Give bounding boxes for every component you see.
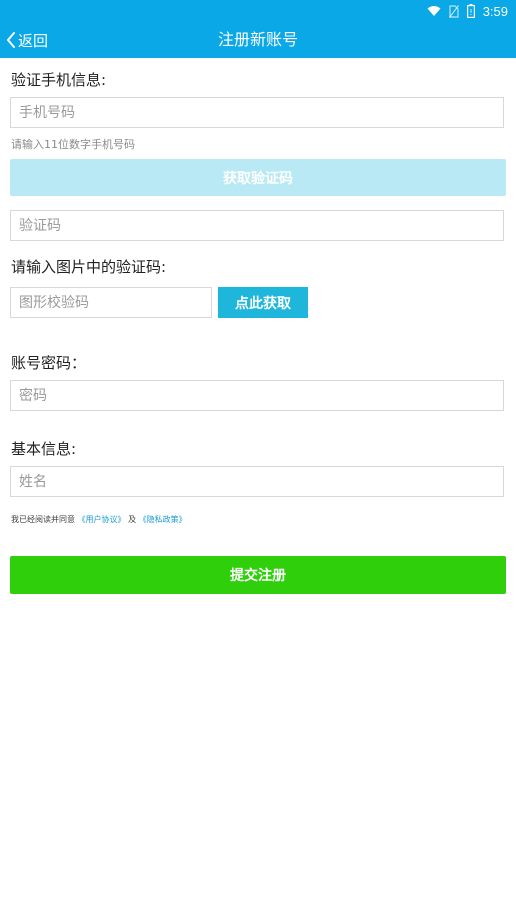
sms-code-input[interactable] xyxy=(10,210,504,241)
get-image-code-button[interactable]: 点此获取 xyxy=(218,287,308,318)
app-bar: 返回 注册新账号 xyxy=(0,22,516,58)
back-label: 返回 xyxy=(18,31,49,50)
name-input[interactable] xyxy=(10,466,504,497)
password-input[interactable] xyxy=(10,380,504,411)
phone-input[interactable] xyxy=(10,97,504,128)
image-code-input[interactable] xyxy=(10,287,212,318)
no-sim-icon xyxy=(448,4,459,18)
privacy-policy-link[interactable]: 《隐私政策》 xyxy=(139,515,187,524)
agreement-and: 及 xyxy=(128,515,137,524)
basic-info-section-label: 基本信息: xyxy=(11,440,77,458)
wifi-icon xyxy=(427,6,441,16)
svg-text:!: ! xyxy=(469,8,472,17)
submit-register-button[interactable]: 提交注册 xyxy=(10,556,506,594)
agreement-prefix: 我已经阅读并同意 xyxy=(11,515,75,524)
status-icons: ! 3:59 xyxy=(427,2,508,20)
chevron-left-icon xyxy=(7,32,15,48)
user-agreement-link[interactable]: 《用户协议》 xyxy=(78,515,126,524)
phone-section-label: 验证手机信息: xyxy=(11,71,107,89)
register-screen: ! 3:59 返回 注册新账号 验证手机信息: 请输入11位数字手机号码 获取验… xyxy=(0,0,516,917)
status-bar: ! 3:59 xyxy=(0,0,516,22)
back-button[interactable]: 返回 xyxy=(6,28,48,52)
password-section-label: 账号密码： xyxy=(11,354,87,372)
status-time: 3:59 xyxy=(482,3,508,19)
agreement-text: 我已经阅读并同意 《用户协议》 及 《隐私政策》 xyxy=(11,514,187,525)
page-title: 注册新账号 xyxy=(217,30,298,49)
phone-hint: 请输入11位数字手机号码 xyxy=(11,138,135,151)
get-code-button[interactable]: 获取验证码 xyxy=(10,159,506,196)
image-code-section-label: 请输入图片中的验证码: xyxy=(11,258,167,276)
battery-icon: ! xyxy=(466,4,475,18)
